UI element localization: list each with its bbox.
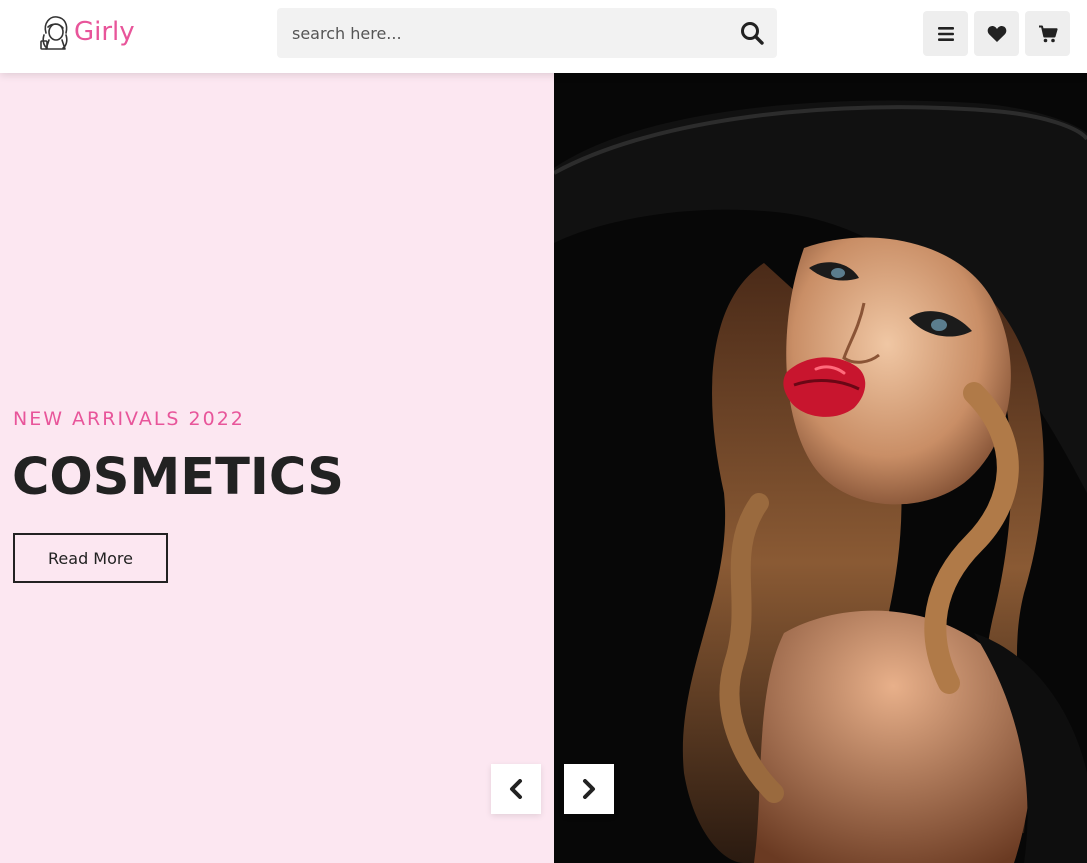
chevron-right-icon: [583, 779, 595, 799]
hero-eyebrow: NEW ARRIVALS 2022: [13, 408, 245, 430]
hero-text-panel: NEW ARRIVALS 2022 COSMETICS Read More: [0, 73, 554, 863]
wishlist-button[interactable]: [974, 11, 1019, 56]
brand-name: Girly: [74, 17, 135, 47]
girl-logo-icon: [40, 16, 68, 50]
hero-headline: COSMETICS: [12, 448, 344, 507]
hero-slider: NEW ARRIVALS 2022 COSMETICS Read More: [0, 73, 1087, 863]
search-icon[interactable]: [739, 20, 765, 46]
search-bar: [277, 8, 777, 58]
slider-next-button[interactable]: [564, 764, 614, 814]
menu-button[interactable]: [923, 11, 968, 56]
heart-icon: [987, 25, 1006, 42]
slider-prev-button[interactable]: [491, 764, 541, 814]
search-input[interactable]: [277, 8, 727, 58]
chevron-left-icon: [510, 779, 522, 799]
site-header: Girly: [0, 0, 1087, 73]
read-more-button[interactable]: Read More: [13, 533, 168, 583]
bars-icon: [937, 26, 954, 41]
cart-icon: [1038, 25, 1058, 42]
cart-button[interactable]: [1025, 11, 1070, 56]
hero-image: [554, 73, 1087, 863]
brand-logo[interactable]: Girly: [38, 12, 135, 52]
woman-portrait-image: [554, 73, 1087, 863]
